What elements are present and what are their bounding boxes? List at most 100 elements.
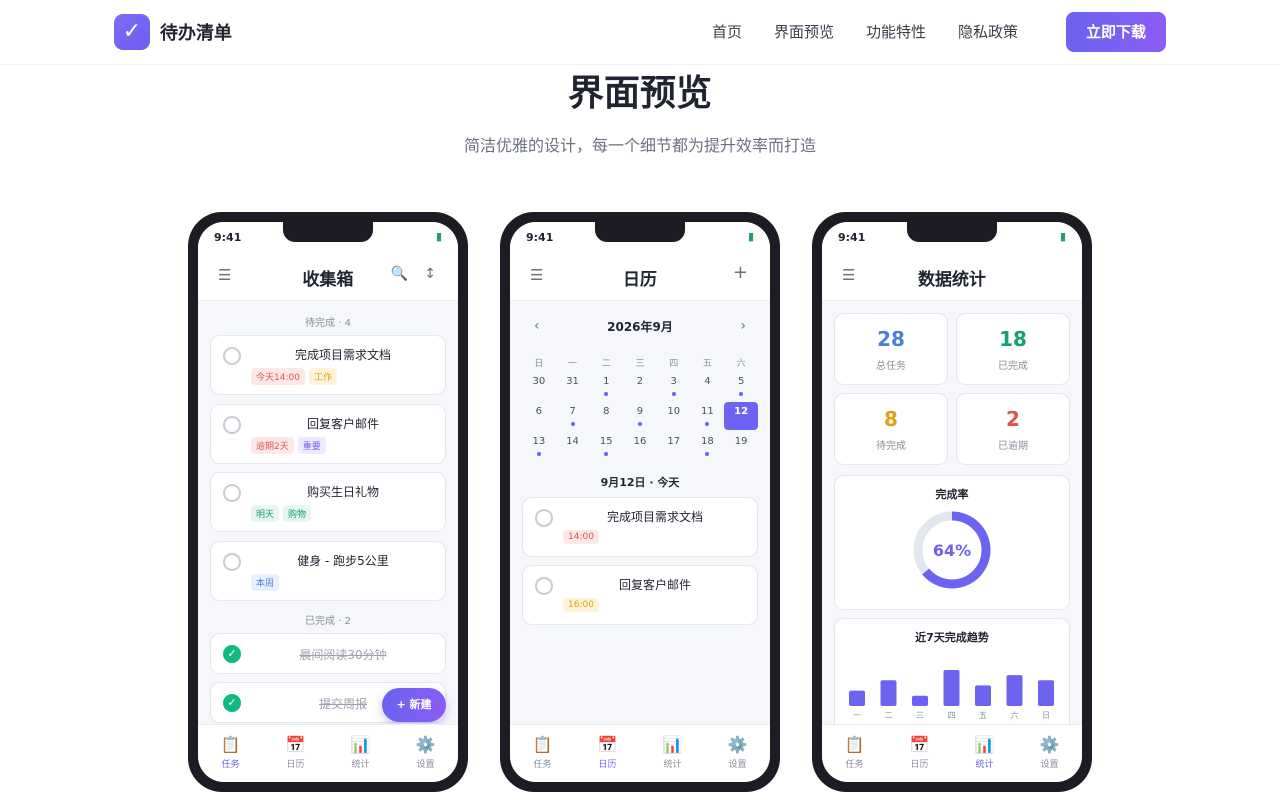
calendar-title: 日历: [623, 270, 657, 290]
tab-settings[interactable]: ⚙️ 设置: [705, 725, 770, 782]
tab-tasks[interactable]: 📋 任务: [822, 725, 887, 782]
tab-stats[interactable]: 📊 统计: [640, 725, 705, 782]
calendar-icon: 📅: [597, 735, 618, 754]
add-icon[interactable]: +: [733, 262, 748, 283]
task-card[interactable]: 购买生日礼物 明天 购物: [210, 472, 446, 532]
event-card[interactable]: 完成项目需求文档 14:00: [522, 497, 758, 557]
nav-link-preview[interactable]: 界面预览: [774, 21, 834, 42]
status-time: 9:41: [838, 231, 866, 244]
tab-label: 统计: [351, 760, 370, 770]
calendar-day[interactable]: 1: [589, 372, 623, 402]
calendar-day[interactable]: 16: [623, 432, 657, 462]
calendar-grid: 日一二三四五六 30 31 1 2 3 4 5 6 7 8 9 10 11 12 13 14 15 16 17 18 19: [522, 352, 758, 462]
task-card[interactable]: ✓ 晨间阅读30分钟: [210, 633, 446, 674]
battery-icon: ▮: [747, 230, 754, 243]
task-card[interactable]: 回复客户邮件 逾期2天 重要: [210, 403, 446, 464]
checked-icon[interactable]: ✓: [223, 694, 241, 712]
checkbox-icon[interactable]: [223, 552, 241, 571]
sort-icon[interactable]: ↕: [424, 266, 436, 282]
stat-label: 待完成: [876, 441, 906, 452]
event-card[interactable]: 回复客户邮件 16:00: [522, 565, 758, 625]
done-section-label: 已完成 · 2: [305, 616, 351, 627]
tab-settings[interactable]: ⚙️ 设置: [1017, 725, 1082, 782]
nav-link-features[interactable]: 功能特性: [866, 21, 926, 42]
calendar-day[interactable]: 12: [724, 402, 758, 430]
new-task-button[interactable]: + 新建: [382, 688, 446, 722]
search-icon[interactable]: 🔍: [391, 266, 408, 282]
tab-tasks[interactable]: 📋 任务: [510, 725, 575, 782]
trend-tick-label: 三: [916, 711, 924, 720]
calendar-day[interactable]: 10: [657, 402, 691, 432]
stat-card: 2 已逾期: [956, 393, 1070, 465]
trend-tick-label: 日: [1042, 711, 1050, 720]
task-tag: 今天14:00: [251, 368, 305, 385]
calendar-day[interactable]: 13: [522, 432, 556, 462]
tab-stats[interactable]: 📊 统计: [952, 725, 1017, 782]
stat-card: 18 已完成: [956, 313, 1070, 385]
calendar-day[interactable]: 17: [657, 432, 691, 462]
next-month-icon[interactable]: ›: [740, 318, 746, 334]
tab-bar: 📋 任务 📅 日历 📊 统计 ⚙️ 设置: [822, 724, 1082, 782]
nav-link-home[interactable]: 首页: [712, 21, 742, 42]
checked-icon[interactable]: ✓: [223, 645, 241, 663]
stat-card: 8 待完成: [834, 393, 948, 465]
calendar-day[interactable]: 3: [657, 372, 691, 402]
calendar-day[interactable]: 30: [522, 372, 556, 402]
app-logo-icon[interactable]: ✓: [114, 14, 150, 50]
tab-label: 统计: [975, 760, 994, 770]
calendar-day[interactable]: 7: [556, 402, 590, 432]
calendar-day[interactable]: 14: [556, 432, 590, 462]
tab-calendar[interactable]: 📅 日历: [575, 725, 640, 782]
task-title: 完成项目需求文档: [294, 348, 391, 362]
tab-label: 任务: [221, 760, 240, 770]
download-button[interactable]: 立即下载: [1066, 12, 1166, 52]
calendar-day[interactable]: 5: [724, 372, 758, 402]
calendar-icon: 📅: [285, 735, 306, 754]
checkbox-icon[interactable]: [535, 509, 553, 527]
tab-tasks[interactable]: 📋 任务: [198, 725, 263, 782]
tab-label: 统计: [663, 760, 682, 770]
weekday-label: 二: [601, 359, 611, 369]
checkbox-icon[interactable]: [223, 484, 241, 502]
tab-settings[interactable]: ⚙️ 设置: [393, 725, 458, 782]
tab-calendar[interactable]: 📅 日历: [263, 725, 328, 782]
calendar-day[interactable]: 4: [691, 372, 725, 402]
calendar-day[interactable]: 18: [691, 432, 725, 462]
calendar-day[interactable]: 6: [522, 402, 556, 432]
calendar-day[interactable]: 15: [589, 432, 623, 462]
calendar-header: ☰ 日历 +: [510, 254, 770, 301]
stat-value: 2: [1006, 407, 1020, 431]
calendar-day[interactable]: 11: [691, 402, 725, 432]
task-tag: 工作: [308, 368, 337, 385]
tab-label: 日历: [286, 760, 305, 770]
calendar-day[interactable]: 31: [556, 372, 590, 402]
gear-icon: ⚙️: [1039, 735, 1060, 754]
tab-calendar[interactable]: 📅 日历: [887, 725, 952, 782]
section-title: 界面预览: [567, 73, 712, 114]
task-tags: 今天14:00 工作: [251, 368, 337, 385]
calendar-day[interactable]: 9: [623, 402, 657, 432]
status-time: 9:41: [526, 231, 554, 244]
chart-icon: 📊: [974, 735, 995, 754]
nav-links: 首页 界面预览 功能特性 隐私政策: [712, 21, 1050, 42]
calendar-day[interactable]: 19: [724, 432, 758, 462]
chart-icon: 📊: [662, 735, 683, 754]
trend-tick-label: 二: [885, 711, 893, 720]
checkbox-icon[interactable]: [223, 415, 241, 434]
tab-stats[interactable]: 📊 统计: [328, 725, 393, 782]
checkbox-icon[interactable]: [535, 577, 553, 595]
completion-rate-panel: 完成率 64%: [834, 475, 1070, 610]
calendar-day[interactable]: 2: [623, 372, 657, 402]
brand-name[interactable]: 待办清单: [160, 19, 232, 45]
tab-label: 设置: [416, 760, 435, 770]
calendar-day[interactable]: 8: [589, 402, 623, 432]
task-card[interactable]: 完成项目需求文档今天14:00 工作: [210, 335, 446, 395]
completion-ring: 64%: [913, 511, 991, 589]
task-tag: 明天: [251, 505, 280, 522]
checkbox-icon[interactable]: [223, 347, 241, 365]
trend-panel: 近7天完成趋势 一 二 三 四 五 六 日: [834, 618, 1070, 738]
nav-link-privacy[interactable]: 隐私政策: [958, 21, 1018, 42]
task-card[interactable]: 健身 - 跑步5公里 本周: [210, 540, 446, 601]
stat-label: 已完成: [998, 361, 1028, 372]
month-label: 2026年9月: [607, 320, 673, 334]
